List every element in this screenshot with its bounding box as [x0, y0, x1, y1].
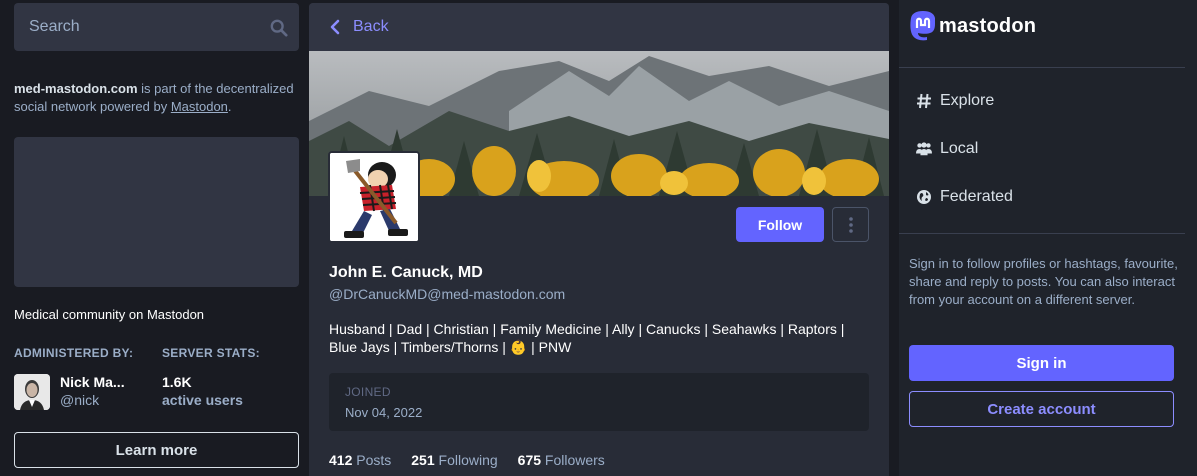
globe-icon [917, 190, 931, 204]
more-options-button[interactable] [832, 207, 869, 242]
active-users-count: 1.6K [162, 374, 192, 390]
sign-in-button[interactable]: Sign in [909, 345, 1174, 381]
baby-emoji-icon: 👶 [509, 339, 528, 355]
users-icon [916, 142, 932, 156]
profile-display-name: John E. Canuck, MD [329, 264, 483, 281]
search-input[interactable] [14, 3, 299, 51]
left-sidebar: med-mastodon.com is part of the decentra… [0, 0, 299, 476]
count-number: 675 [517, 452, 542, 468]
admin-handle[interactable]: @nick [60, 392, 99, 408]
back-button[interactable]: Back [309, 3, 889, 51]
about-period: . [227, 99, 232, 114]
admin-name[interactable]: Nick Ma... [60, 374, 125, 390]
administered-by-label: ADMINISTERED BY: [14, 346, 134, 360]
server-hero-image [14, 137, 299, 287]
ellipsis-vertical-icon [848, 216, 853, 233]
back-label: Back [353, 18, 389, 35]
count-label: Following [438, 452, 498, 468]
followers-count[interactable]: 675 Followers [518, 452, 605, 468]
profile-column: Back Follow John E. Canuck, MD @DrCanuck… [309, 3, 889, 476]
server-domain: med-mastodon.com [14, 81, 138, 96]
following-count[interactable]: 251 Following [411, 452, 497, 468]
profile-account-handle: @DrCanuckMD@med-mastodon.com [329, 286, 566, 302]
divider [899, 67, 1185, 68]
count-label: Followers [544, 452, 605, 468]
server-description: Medical community on Mastodon [14, 307, 205, 322]
posts-count[interactable]: 412 Posts [329, 452, 391, 468]
mastodon-link[interactable]: Mastodon [171, 99, 228, 114]
nav-label: Local [940, 140, 979, 157]
joined-label: JOINED [345, 385, 391, 399]
mastodon-logo-icon [910, 11, 935, 41]
count-label: Posts [356, 452, 392, 468]
profile-bio: Husband | Dad | Christian | Family Medic… [329, 320, 874, 356]
create-account-button[interactable]: Create account [909, 391, 1174, 427]
divider [899, 233, 1185, 234]
nav-item-local[interactable]: Local [916, 134, 978, 164]
hashtag-icon [917, 93, 931, 109]
chevron-left-icon [330, 19, 340, 35]
nav-item-federated[interactable]: Federated [916, 182, 1013, 212]
follow-button[interactable]: Follow [736, 207, 824, 242]
server-about-text: med-mastodon.com is part of the decentra… [14, 80, 299, 116]
bio-end: | PNW [527, 339, 572, 355]
search-box[interactable] [14, 3, 299, 51]
profile-avatar[interactable] [328, 151, 420, 243]
active-users-label: active users [162, 392, 243, 408]
nav-label: Explore [940, 92, 995, 109]
joined-field: JOINED Nov 04, 2022 [329, 373, 869, 431]
signin-prompt-text: Sign in to follow profiles or hashtags, … [909, 256, 1178, 307]
mastodon-logo[interactable]: mastodon [909, 10, 1036, 42]
search-icon[interactable] [270, 19, 288, 37]
nav-item-explore[interactable]: Explore [916, 86, 994, 116]
right-sidebar: mastodon Explore Local Federated Sign in… [899, 0, 1197, 476]
learn-more-button[interactable]: Learn more [14, 432, 299, 468]
logo-text: mastodon [939, 14, 1037, 37]
joined-date: Nov 04, 2022 [345, 405, 423, 420]
profile-counts: 412 Posts 251 Following 675 Followers [329, 452, 605, 468]
admin-avatar[interactable] [14, 374, 50, 410]
count-number: 412 [329, 452, 353, 468]
bio-text: Husband | Dad | Christian | Family Medic… [329, 321, 845, 355]
count-number: 251 [411, 452, 435, 468]
server-stats-label: SERVER STATS: [162, 346, 260, 360]
nav-label: Federated [940, 188, 1013, 205]
